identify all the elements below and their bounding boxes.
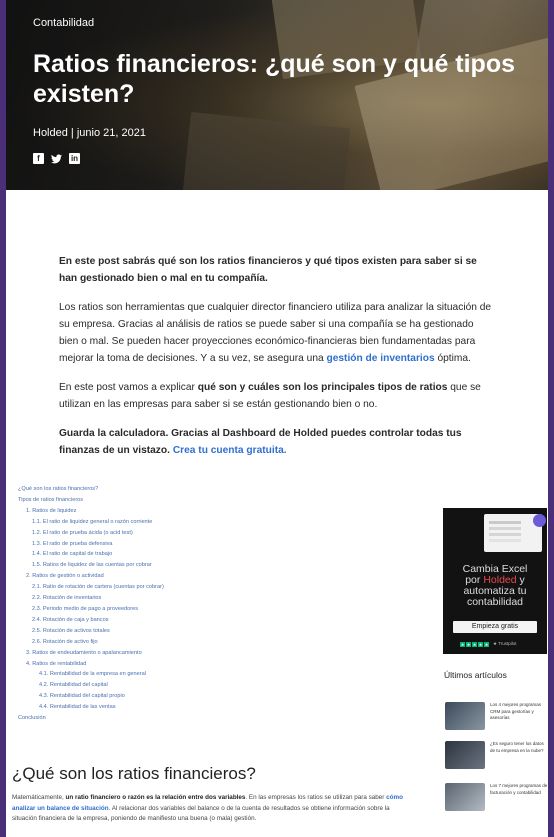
toc-link[interactable]: 2.6. Rotación de activo fijo (18, 637, 418, 648)
star-icon: ★ (460, 641, 465, 647)
toc-link[interactable]: 2. Ratios de gestión o actividad (18, 571, 418, 582)
page-title: Ratios financieros: ¿qué son y qué tipos… (33, 50, 516, 108)
toc-link[interactable]: 4. Ratios de rentabilidad (18, 659, 418, 670)
section-paragraph: Matemáticamente, un ratio financiero o r… (12, 793, 407, 825)
toc-link[interactable]: 2.5. Rotación de activos totales (18, 626, 418, 637)
toc-link[interactable]: 1.1. El ratio de liquidez general o razó… (18, 517, 418, 528)
latest-articles-heading: Últimos artículos (444, 670, 507, 680)
article-title[interactable]: Los 4 mejores programas CRM para gestorí… (490, 702, 548, 722)
toc-link[interactable]: 1.5. Ratios de liquidez de las cuentas p… (18, 560, 418, 571)
promo-banner[interactable]: Cambia Excel por Holded y automatiza tu … (443, 508, 547, 654)
trustpilot-text: Trustpilot (498, 641, 517, 646)
facebook-icon[interactable]: f (33, 153, 44, 164)
promo-text: Cambia Excel por Holded y automatiza tu … (443, 564, 547, 608)
trustpilot-rating: ★ ★ ★ ★ ★ ★ Trustpilot (460, 641, 517, 647)
toc-link[interactable]: 4.3. Rentabilidad del capital propio (18, 691, 418, 702)
para-bold: un ratio financiero o razón es la relaci… (65, 794, 246, 801)
toc-link[interactable]: 1.4. El ratio de capital de trabajo (18, 549, 418, 560)
section-heading: ¿Qué son los ratios financieros? (12, 764, 256, 783)
intro-lead: En este post sabrás qué son los ratios f… (59, 256, 477, 284)
star-icon: ★ (478, 641, 483, 647)
para-text: . En las empresas los ratios se utilizan… (245, 794, 385, 801)
social-share: f in (33, 153, 80, 164)
toc-link[interactable]: 1.3. El ratio de prueba defensiva (18, 539, 418, 550)
article-title[interactable]: ¿Es seguro tener los datos de tu empresa… (490, 741, 548, 754)
toc-link[interactable]: 4.2. Rentabilidad del capital (18, 680, 418, 691)
toc-link[interactable]: 2.2. Rotación de inventarios (18, 593, 418, 604)
cta-paragraph: Guarda la calculadora. Gracias al Dashbo… (59, 425, 494, 459)
intro-text: En este post vamos a explicar (59, 382, 195, 393)
article-thumbnail (445, 783, 485, 811)
article-card[interactable]: Los 4 mejores programas CRM para gestorí… (445, 702, 548, 732)
toc-link[interactable]: 1. Ratios de liquidez (18, 506, 418, 517)
hero-banner: Contabilidad Ratios financieros: ¿qué so… (6, 0, 548, 190)
article-thumbnail (445, 702, 485, 730)
intro-paragraph: Los ratios son herramientas que cualquie… (59, 299, 494, 367)
intro-bold: qué son y cuáles son los principales tip… (197, 382, 448, 393)
trustpilot-label: ★ Trustpilot (493, 641, 517, 646)
badge-icon (533, 514, 546, 527)
table-of-contents: ¿Qué son los ratios financieros? Tipos de… (18, 484, 418, 724)
author-date: Holded | junio 21, 2021 (33, 127, 146, 139)
start-free-button[interactable]: Empieza gratis (453, 621, 537, 633)
toc-link[interactable]: 2.3. Periodo medio de pago a proveedores (18, 604, 418, 615)
article-title[interactable]: Los 7 mejores programas de facturación y… (490, 783, 548, 796)
page: Contabilidad Ratios financieros: ¿qué so… (6, 0, 548, 837)
article-card[interactable]: Los 7 mejores programas de facturación y… (445, 783, 548, 813)
article-card[interactable]: ¿Es seguro tener los datos de tu empresa… (445, 741, 548, 771)
inventory-link[interactable]: gestión de inventarios (327, 353, 435, 364)
star-icon: ★ (466, 641, 471, 647)
star-icon: ★ (484, 641, 489, 647)
toc-link[interactable]: Conclusión (18, 713, 418, 724)
toc-link[interactable]: 2.1. Ratio de rotación de cartera (cuent… (18, 582, 418, 593)
toc-link[interactable]: 1.2. El ratio de prueba ácida (o acid te… (18, 528, 418, 539)
category-link[interactable]: Contabilidad (33, 17, 94, 29)
intro-paragraph: En este post vamos a explicar qué son y … (59, 379, 494, 413)
toc-link[interactable]: 3. Ratios de endeudamiento o apalancamie… (18, 648, 418, 659)
toc-link[interactable]: 4.1. Rentabilidad de la empresa en gener… (18, 669, 418, 680)
article-intro: En este post sabrás qué son los ratios f… (59, 253, 494, 471)
toc-link[interactable]: 2.4. Rotación de caja y bancos (18, 615, 418, 626)
toc-link[interactable]: 4.4. Rentabilidad de las ventas (18, 702, 418, 713)
promo-line: contabilidad (466, 596, 524, 608)
para-text: Matemáticamente, (12, 794, 64, 801)
create-account-link[interactable]: Crea tu cuenta gratuita. (173, 445, 287, 456)
article-thumbnail (445, 741, 485, 769)
toc-link[interactable]: ¿Qué son los ratios financieros? (18, 484, 418, 495)
star-icon: ★ (472, 641, 477, 647)
toc-link[interactable]: Tipos de ratios financieros (18, 495, 418, 506)
linkedin-icon[interactable]: in (69, 153, 80, 164)
intro-text-end: óptima. (437, 353, 471, 364)
twitter-icon[interactable] (51, 153, 62, 164)
